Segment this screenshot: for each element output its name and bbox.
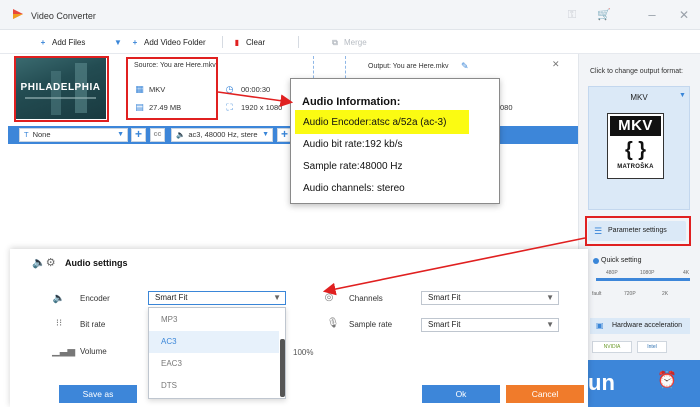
annotation-arrows xyxy=(217,91,586,296)
video-converter-window: Video Converter ⚿ 🛒 – ✕ + Add Files ▼ + Ad… xyxy=(0,0,700,407)
annotation-arrow xyxy=(322,237,586,296)
annotation-arrow xyxy=(217,91,294,108)
